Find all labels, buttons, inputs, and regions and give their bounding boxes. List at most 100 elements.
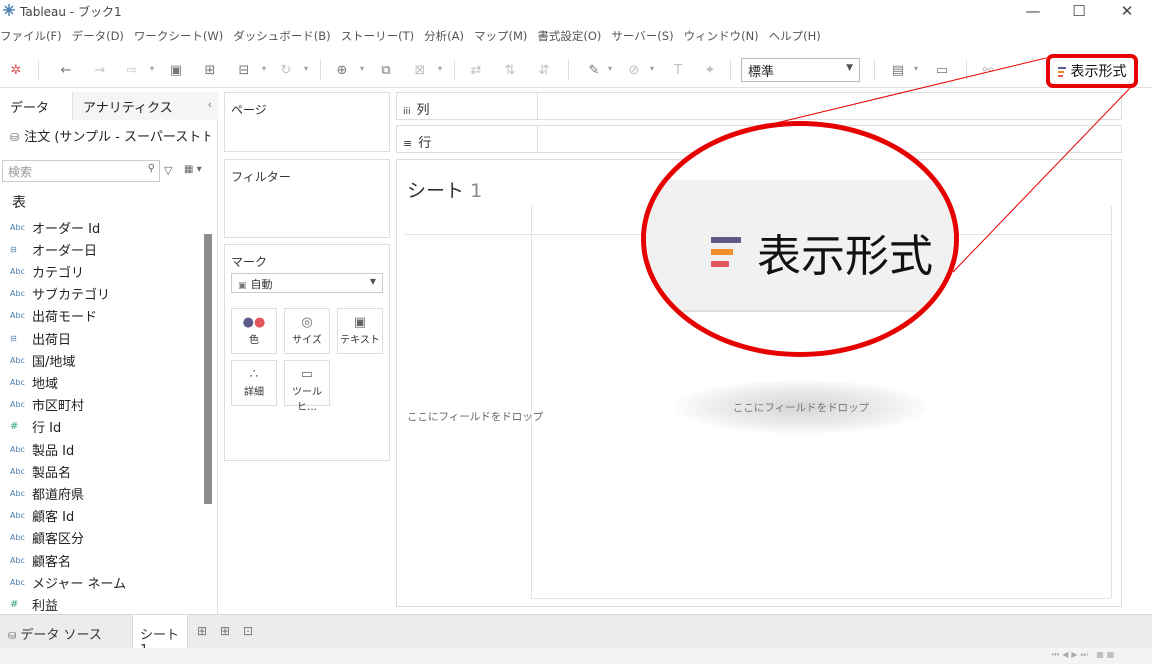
columns-shelf[interactable]: iii 列 [396,92,1122,120]
sheet-title[interactable]: シート 1 [407,176,482,203]
field-item[interactable]: Abc カテゴリ [10,260,84,282]
marks-label: マーク [231,255,268,269]
redo-icon[interactable]: → [90,60,110,80]
new-worksheet-icon[interactable]: ⊞ [197,624,207,638]
view-options-icon[interactable]: ▦ ▾ [184,164,202,175]
text-button[interactable]: ▣ テキスト [337,308,383,354]
field-item[interactable]: Abc 顧客区分 [10,527,84,549]
show-labels-icon[interactable]: T [668,60,688,80]
field-item[interactable]: Abc 製品名 [10,460,71,482]
drop-field-main-area[interactable]: ここにフィールドをドロップ [675,380,927,434]
new-dashboard-icon[interactable]: ⊞ [220,624,230,638]
datasource-item[interactable]: ⛁ 注文 (サンプル - スーパーストト… [10,126,210,145]
sort-asc-icon[interactable]: ⇅ [500,60,520,80]
sheet-nav-icon[interactable]: ⏮◀▶⏭ ▦▦ [1052,650,1117,660]
field-item[interactable]: Abc 都道府県 [10,482,84,504]
pin-icon[interactable]: ✦ [700,60,720,80]
drop-field-rows-area[interactable]: ここにフィールドをドロップ [407,409,543,424]
mark-type-select[interactable]: ▣ 自動 ▼ [231,273,383,293]
fit-select[interactable]: 標準 ▼ [741,58,860,82]
filter-icon[interactable]: ▽ [164,164,172,177]
detail-button[interactable]: ∴ 詳細 [231,360,277,406]
menu-file[interactable]: ファイル(F) [0,28,62,48]
highlight-icon[interactable]: ✎ [584,60,604,80]
menu-story[interactable]: ストーリー(T) [341,28,415,48]
search-placeholder: 検索 [8,165,33,179]
save-icon[interactable]: ▣ [166,60,186,80]
menu-help[interactable]: ヘルプ(H) [769,28,821,48]
columns-label: 列 [416,103,430,118]
field-name: メジャー ネーム [32,576,127,592]
refresh-icon[interactable]: ↻ [276,60,296,80]
pause-updates-icon[interactable]: ⊟ [234,60,254,80]
field-item[interactable]: # 利益 [10,593,58,615]
text-label: テキスト [340,335,380,346]
field-item[interactable]: Abc 地域 [10,371,58,393]
zoom-show-me: 表示形式 [711,220,933,284]
show-cards-icon[interactable]: ▤ [888,60,908,80]
menu-dashboard[interactable]: ダッシュボード(B) [233,28,330,48]
presentation-mode-icon[interactable]: ▭ [932,60,952,80]
menu-data[interactable]: データ(D) [72,28,124,48]
drop-main-label: ここにフィールドをドロップ [732,401,870,414]
menu-worksheet[interactable]: ワークシート(W) [134,28,223,48]
field-name: 国/地域 [32,354,76,370]
menu-window[interactable]: ウィンドウ(N) [684,28,759,48]
field-item[interactable]: # 行 Id [10,416,61,438]
menu-server[interactable]: サーバー(S) [611,28,673,48]
minimize-icon[interactable]: — [1010,0,1056,22]
clear-sheet-icon[interactable]: ⊠ [410,60,430,80]
field-item[interactable]: Abc 市区町村 [10,394,84,416]
field-item[interactable]: Abc 出荷モード [10,305,97,327]
new-worksheet-icon[interactable]: ⊕ [332,60,352,80]
duplicate-sheet-icon[interactable]: ⧉ [376,60,396,80]
tab-datasource[interactable]: ⛁ データ ソース [0,615,132,648]
filters-card[interactable]: フィルター [224,159,390,238]
search-input[interactable]: 検索 ⚲ [2,160,160,182]
tab-sheet1[interactable]: シート 1 [132,615,188,658]
close-icon[interactable]: ✕ [1104,0,1150,22]
tab-analytics[interactable]: アナリティクス [72,92,218,120]
chevron-down-icon: ▼ [846,63,853,73]
color-button[interactable]: ●● 色 [231,308,277,354]
field-item[interactable]: Abc 製品 Id [10,438,74,460]
tab-analytics-label: アナリティクス [83,101,173,116]
size-button[interactable]: ◎ サイズ [284,308,330,354]
new-datasource-icon[interactable]: ⊞ [200,60,220,80]
field-name: 顧客名 [32,554,72,570]
menu-format[interactable]: 書式設定(O) [537,28,601,48]
sort-desc-icon[interactable]: ⇵ [534,60,554,80]
tableau-home-icon[interactable]: ✲ [6,60,26,80]
mark-type-value: 自動 [250,278,273,291]
maximize-icon[interactable]: ☐ [1056,0,1102,22]
string-type-icon: Abc [10,511,25,521]
menu-analysis[interactable]: 分析(A) [424,28,464,48]
data-pane-tabs: データ アナリティクス ‹ [0,92,218,120]
new-story-icon[interactable]: ⊡ [243,624,253,638]
share-icon[interactable]: ⚯ [978,60,998,80]
swap-icon[interactable]: ⇄ [466,60,486,80]
undo-icon[interactable]: ← [56,60,76,80]
field-item[interactable]: Abc サブカテゴリ [10,283,110,305]
menu-map[interactable]: マップ(M) [474,28,527,48]
scrollbar[interactable] [204,234,212,504]
field-item[interactable]: ⊟ 出荷日 [10,327,71,349]
show-me-button[interactable]: 表示形式 [1046,54,1138,88]
database-icon: ⛁ [8,631,17,642]
field-item[interactable]: Abc 顧客名 [10,549,71,571]
field-item[interactable]: Abc オーダー Id [10,216,100,238]
tab-data[interactable]: データ [0,92,72,120]
field-item[interactable]: Abc 顧客 Id [10,505,74,527]
field-item[interactable]: Abc メジャー ネーム [10,571,126,593]
field-item[interactable]: ⊟ オーダー日 [10,238,97,260]
pages-card[interactable]: ページ [224,92,390,152]
replay-icon[interactable]: ⇨ [122,60,142,80]
datasource-name: 注文 (サンプル - スーパーストト… [24,130,210,145]
field-item[interactable]: Abc 国/地域 [10,349,75,371]
zoom-label: 表示形式 [757,231,933,282]
toolbar: ✲ ← → ⇨ ▾ ▣ ⊞ ⊟ ▾ ↻ ▾ ⊕ ▾ ⧉ ⊠ ▾ ⇄ ⇅ ⇵ ✎ … [0,52,1152,88]
tooltip-button[interactable]: ▭ ツールヒ… [284,360,330,413]
data-pane: データ アナリティクス ‹ ⛁ 注文 (サンプル - スーパーストト… 検索 ⚲ … [0,92,218,614]
collapse-icon[interactable]: ‹ [208,98,212,111]
group-icon[interactable]: ⊘ [624,60,644,80]
